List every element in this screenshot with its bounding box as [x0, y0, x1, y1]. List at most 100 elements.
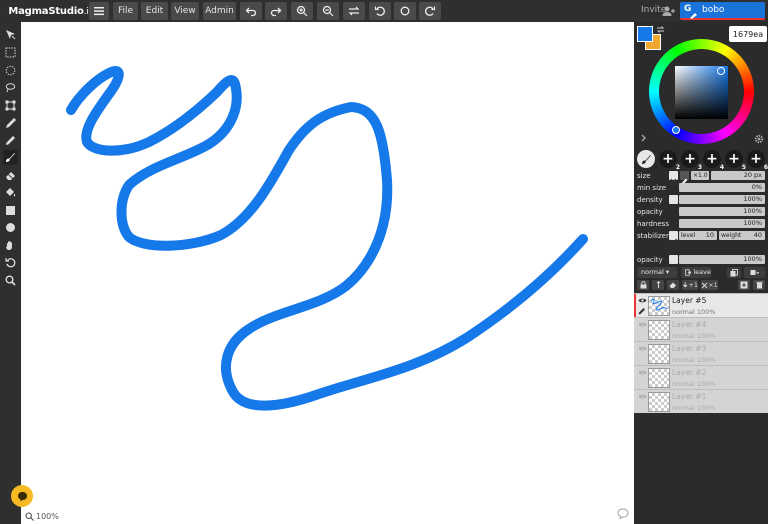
layer-menu-button[interactable]	[744, 267, 765, 278]
color-hex-field[interactable]: 1679ea	[729, 26, 767, 42]
move-tool[interactable]	[3, 27, 18, 42]
min-size-slider[interactable]: 0%	[679, 183, 765, 192]
rectangle-tool[interactable]	[3, 203, 18, 218]
primary-color-swatch[interactable]	[637, 26, 653, 42]
clip-icon	[656, 281, 660, 288]
visibility-eye-icon[interactable]	[638, 321, 647, 328]
zoom-in-icon	[296, 5, 308, 17]
lasso-tool[interactable]	[3, 80, 18, 95]
file-menu-button[interactable]: File	[113, 2, 138, 20]
brush-slot-5[interactable]: +5	[725, 150, 746, 171]
lasso-icon	[5, 83, 16, 93]
zoom-in-button[interactable]	[291, 2, 313, 20]
delete-layer-button[interactable]	[753, 280, 765, 290]
sv-picker-knob[interactable]	[717, 67, 725, 75]
main-menu-button[interactable]	[89, 2, 109, 20]
lock-layer-button[interactable]	[637, 280, 649, 290]
chevron-right-icon[interactable]	[640, 134, 647, 142]
layer-row-1[interactable]: Layer #1 normal 100%	[634, 389, 768, 413]
brush-slot-1[interactable]: 1	[637, 150, 658, 171]
stabilizer-level-slider[interactable]: level 10	[679, 231, 717, 240]
reset-rotation-button[interactable]	[394, 2, 416, 20]
edit-menu-button[interactable]: Edit	[141, 2, 168, 20]
close-icon	[670, 178, 677, 185]
top-bar: MagmaStudio.io File Edit View Admin Invi…	[0, 0, 768, 22]
brush-opacity-label: opacity	[637, 208, 663, 216]
visibility-eye-icon[interactable]	[638, 393, 647, 400]
size-slider[interactable]: 20 px	[711, 171, 765, 180]
eyedropper-tool[interactable]	[3, 116, 18, 131]
brush-tool[interactable]	[3, 150, 18, 165]
brush-slot-2[interactable]: +2	[659, 150, 680, 171]
min-size-label: min size	[637, 184, 666, 192]
zoom-out-button[interactable]	[317, 2, 339, 20]
density-slider[interactable]: 100%	[679, 195, 765, 204]
duplicate-layer-button[interactable]	[727, 267, 741, 278]
visibility-eye-icon[interactable]	[638, 297, 647, 304]
rotate-view-tool[interactable]	[3, 255, 18, 270]
brush-slot-4[interactable]: +4	[703, 150, 724, 171]
zoom-tool[interactable]	[3, 273, 18, 288]
layer-row-2[interactable]: Layer #2 normal 100%	[634, 365, 768, 389]
size-multiplier[interactable]: ×1.0	[691, 171, 709, 180]
app-logo[interactable]: MagmaStudio.io	[4, 3, 94, 19]
visibility-eye-icon[interactable]	[638, 345, 647, 352]
marquee-ellipse-icon	[5, 65, 16, 76]
gear-icon[interactable]	[754, 134, 764, 144]
swap-colors-icon[interactable]	[656, 25, 665, 34]
clear-layer-button[interactable]	[667, 280, 679, 290]
size-lock-toggle[interactable]	[669, 171, 678, 185]
eraser-tool[interactable]	[3, 168, 18, 183]
layer-opacity-lock[interactable]	[669, 255, 678, 264]
ellipse-tool[interactable]	[3, 220, 18, 235]
brush-slot-6[interactable]: +6	[747, 150, 768, 171]
chat-icon[interactable]	[617, 508, 629, 519]
zoom-indicator[interactable]: 100%	[25, 512, 59, 521]
user-badge[interactable]: G bobo	[680, 2, 765, 20]
flip-view-button[interactable]	[343, 2, 365, 20]
brush-slot-number: 6	[763, 164, 768, 171]
hue-picker-knob[interactable]	[672, 126, 680, 134]
rectangle-select-tool[interactable]	[3, 45, 18, 60]
blend-mode-dropdown[interactable]: normal ▾	[637, 267, 677, 278]
layer-row-5[interactable]: Layer #5 normal 100%	[634, 293, 768, 318]
paint-bucket-tool[interactable]	[3, 185, 18, 200]
brush-opacity-slider[interactable]: 100%	[679, 207, 765, 216]
merge-down-button[interactable]: +1	[682, 280, 698, 290]
rotate-right-button[interactable]	[419, 2, 441, 20]
hand-tool[interactable]	[3, 238, 18, 253]
pencil-tool[interactable]	[3, 133, 18, 148]
stabilizer-checkbox[interactable]	[669, 231, 678, 245]
add-user-icon[interactable]	[662, 4, 676, 18]
undo-button[interactable]	[240, 2, 262, 20]
leave-button[interactable]: leave	[681, 267, 711, 278]
rotate-left-button[interactable]	[369, 2, 391, 20]
hardness-slider[interactable]: 100%	[679, 219, 765, 228]
help-chat-button[interactable]	[11, 485, 33, 507]
layer-opacity-label: opacity	[637, 256, 663, 264]
view-menu-button[interactable]: View	[171, 2, 199, 20]
right-panel: 1679ea 1 +2 +3 +4 +5 +6 size ×1.0 20 px …	[634, 22, 768, 524]
size-pressure-toggle[interactable]	[680, 171, 689, 185]
transform-tool[interactable]	[3, 98, 18, 113]
admin-menu-button[interactable]: Admin	[203, 2, 236, 20]
layer-name: Layer #2	[672, 368, 707, 377]
layer-row-3[interactable]: Layer #3 normal 100%	[634, 341, 768, 365]
layer-opacity-slider[interactable]: 100%	[679, 255, 765, 264]
add-layer-button[interactable]	[738, 280, 750, 290]
clip-layer-button[interactable]	[652, 280, 664, 290]
layer-row-4[interactable]: Layer #4 normal 100%	[634, 317, 768, 341]
brush-slot-3[interactable]: +3	[681, 150, 702, 171]
drawing-canvas[interactable]: 100%	[21, 22, 634, 524]
visibility-eye-icon[interactable]	[638, 369, 647, 376]
layer-thumbnail	[648, 320, 670, 340]
ellipse-select-tool[interactable]	[3, 63, 18, 78]
redo-button[interactable]	[265, 2, 287, 20]
flip-arrows-icon	[348, 6, 360, 16]
density-pressure-toggle[interactable]	[669, 195, 678, 204]
stabilizer-weight-slider[interactable]: weight 40	[719, 231, 765, 240]
delete-count-button[interactable]: ×1	[701, 280, 718, 290]
weight-label: weight	[721, 232, 742, 239]
chat-bubble-icon	[17, 491, 27, 501]
layers-dropdown-icon	[750, 269, 759, 275]
